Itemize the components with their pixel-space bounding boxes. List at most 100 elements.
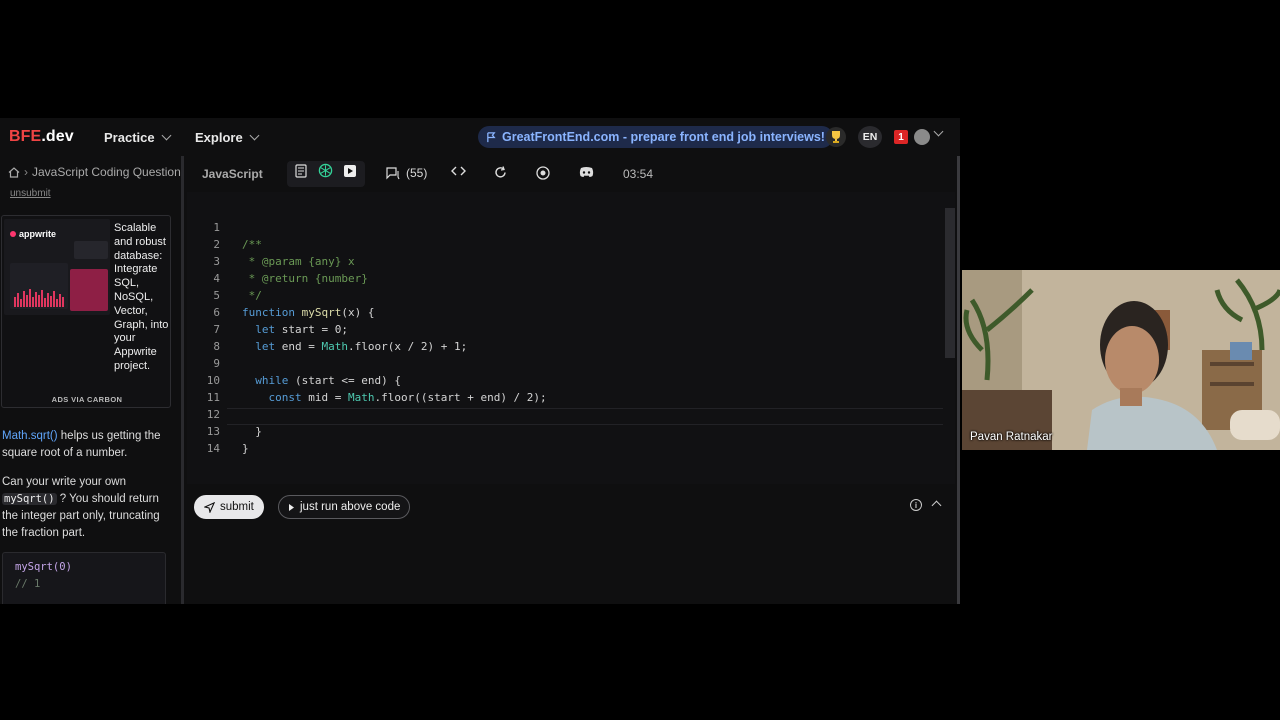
- language-label: JavaScript: [202, 167, 263, 181]
- ai-assistant-icon[interactable]: [318, 163, 333, 178]
- code-text: * @param {any} x: [242, 255, 355, 268]
- run-code-button[interactable]: just run above code: [278, 495, 411, 519]
- breadcrumb-category[interactable]: JavaScript Coding Questions: [32, 165, 181, 179]
- practice-menu[interactable]: Practice: [104, 130, 172, 145]
- editor-toolbar: JavaScript (55) 03:54: [187, 156, 957, 192]
- code-text: Math: [321, 340, 348, 353]
- line-number: 6: [213, 306, 220, 319]
- logo-main: BFE: [9, 128, 42, 145]
- code-text: (start <= end) {: [288, 374, 401, 387]
- code-view-icon[interactable]: [451, 166, 466, 176]
- avatar[interactable]: [914, 129, 930, 145]
- line-number: 4: [213, 272, 220, 285]
- submit-label: submit: [220, 501, 254, 513]
- submit-button[interactable]: submit: [194, 495, 264, 519]
- notification-badge[interactable]: 1: [894, 130, 908, 144]
- promo-banner-link[interactable]: GreatFrontEnd.com - prepare front end jo…: [478, 126, 833, 148]
- line-number: 8: [213, 340, 220, 353]
- line-number: 11: [206, 391, 220, 404]
- trophy-icon[interactable]: [826, 127, 846, 147]
- code-text: * @return {number}: [242, 272, 368, 285]
- home-icon[interactable]: [8, 166, 20, 178]
- code-text: const: [268, 391, 302, 404]
- info-icon[interactable]: i: [910, 499, 922, 511]
- editor-panel: JavaScript (55) 03:54 1 2 3 4 5 6 7 8 9 …: [187, 156, 957, 604]
- discord-icon[interactable]: [579, 166, 594, 178]
- chevron-down-icon[interactable]: [933, 126, 944, 137]
- code-text: .floor((start + end) / 2);: [374, 391, 547, 404]
- breadcrumb: › JavaScript Coding Questions: [8, 165, 181, 179]
- code-text: start = 0;: [275, 323, 348, 336]
- code-text: .floor(x / 2) + 1;: [347, 340, 468, 353]
- inline-code: mySqrt(): [2, 493, 57, 505]
- math-sqrt-link[interactable]: Math.sqrt(): [2, 430, 58, 442]
- ad-dashboard-graphic: [10, 241, 108, 311]
- ad-attribution[interactable]: ADS VIA CARBON: [2, 395, 172, 404]
- top-navigation: BFE.dev Practice Explore GreatFrontEnd.c…: [0, 118, 960, 156]
- line-number: 10: [206, 374, 220, 387]
- code-text: Math: [347, 391, 375, 404]
- language-switcher[interactable]: EN: [858, 126, 882, 148]
- discussions-button[interactable]: (55): [386, 166, 427, 180]
- flag-icon: [487, 131, 496, 142]
- question-description: Math.sqrt() helps us getting the square …: [2, 428, 172, 462]
- code-line-13: }: [242, 425, 262, 438]
- code-line-10: while (start <= end) {: [242, 374, 401, 387]
- line-number: 12: [206, 408, 220, 421]
- requirement-text-start: Can your write your own: [2, 476, 126, 488]
- code-line-3: * @param {any} x: [242, 255, 355, 268]
- video-solution-icon[interactable]: [343, 164, 357, 178]
- video-frame-image: [962, 270, 1280, 450]
- action-bar: submit just run above code i: [187, 484, 957, 604]
- code-text: while: [255, 374, 289, 387]
- line-number: 5: [213, 289, 220, 302]
- chevron-up-icon[interactable]: [931, 500, 942, 511]
- code-text: let: [255, 323, 276, 336]
- code-line-6: function mySqrt(x) {: [242, 306, 374, 319]
- breadcrumb-separator: ›: [24, 165, 28, 179]
- code-line-14: }: [242, 442, 249, 455]
- code-line-8: let end = Math.floor(x / 2) + 1;: [242, 340, 467, 353]
- line-number: 1: [213, 221, 220, 234]
- code-text: }: [242, 425, 262, 438]
- current-line-highlight: [227, 408, 943, 425]
- code-text: mid =: [301, 391, 348, 404]
- ad-image: appwrite: [4, 219, 110, 315]
- participant-video: Pavan Ratnakar: [962, 270, 1280, 450]
- code-text: mySqrt: [301, 306, 342, 319]
- code-text: function: [242, 306, 295, 319]
- code-line-11: const mid = Math.floor((start + end) / 2…: [242, 391, 547, 404]
- code-editor[interactable]: 1 2 3 4 5 6 7 8 9 10 11 12 13 14 /** * @…: [187, 192, 955, 484]
- explore-label: Explore: [195, 130, 243, 145]
- code-text: let: [255, 340, 276, 353]
- notes-icon[interactable]: [295, 164, 307, 178]
- code-line-4: * @return {number}: [242, 272, 368, 285]
- bfe-logo[interactable]: BFE.dev: [9, 128, 74, 146]
- page-scrollbar[interactable]: [957, 156, 960, 604]
- chevron-down-icon: [161, 130, 172, 141]
- question-requirement: Can your write your own mySqrt() ? You s…: [2, 474, 174, 542]
- code-line-5: */: [242, 289, 262, 302]
- participant-name: Pavan Ratnakar: [970, 431, 1053, 443]
- line-number: 14: [206, 442, 220, 455]
- unsubmit-link[interactable]: unsubmit: [10, 188, 51, 199]
- example-result: // 1: [15, 578, 41, 590]
- reset-icon[interactable]: [494, 166, 507, 179]
- bfe-app-window: BFE.dev Practice Explore GreatFrontEnd.c…: [0, 118, 960, 604]
- editor-scrollbar[interactable]: [945, 208, 955, 358]
- chevron-down-icon: [249, 130, 260, 141]
- explore-menu[interactable]: Explore: [195, 130, 260, 145]
- comments-icon: [386, 166, 400, 179]
- record-icon[interactable]: [536, 166, 550, 180]
- code-text: end =: [275, 340, 322, 353]
- line-number: 2: [213, 238, 220, 251]
- practice-label: Practice: [104, 130, 155, 145]
- ad-copy: Scalable and robust database: Integrate …: [114, 222, 169, 372]
- comments-count: (55): [406, 166, 428, 180]
- carbon-ad[interactable]: appwrite Scalable and robust database: I…: [1, 215, 171, 408]
- code-text: */: [242, 289, 262, 302]
- code-text: }: [242, 442, 249, 455]
